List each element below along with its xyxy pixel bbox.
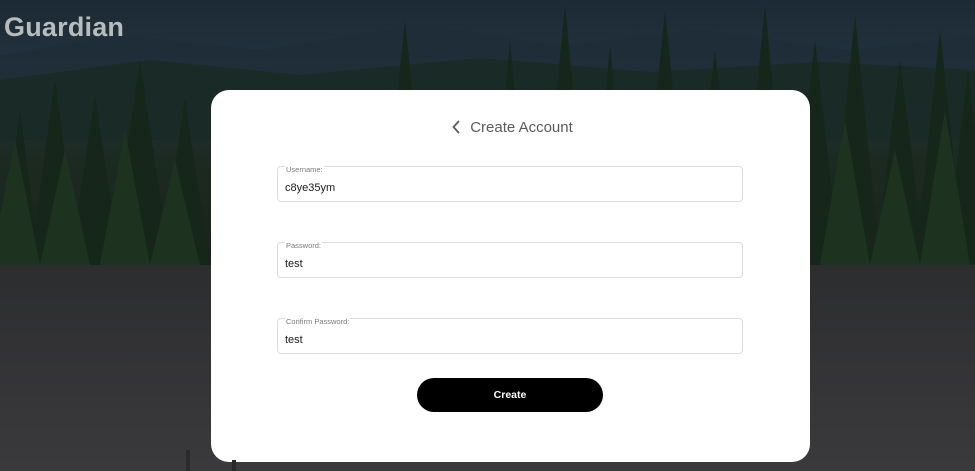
password-label: Password: (285, 241, 323, 250)
username-field[interactable]: Username: (277, 165, 743, 202)
background-posts (186, 450, 236, 471)
confirm-password-input[interactable] (285, 331, 725, 349)
create-account-card: Create Account Username: Password: Confi… (211, 90, 810, 462)
page-title: Create Account (470, 118, 573, 136)
password-input[interactable] (285, 255, 725, 273)
create-button[interactable]: Create (417, 378, 603, 412)
confirm-password-label: Confirm Password: (285, 317, 351, 326)
app-logo-text: Guardian (4, 12, 125, 42)
username-label: Username: (285, 165, 324, 174)
username-input[interactable] (285, 179, 725, 197)
back-button[interactable] (448, 117, 464, 137)
password-field[interactable]: Password: (277, 241, 743, 278)
chevron-left-icon (452, 120, 460, 134)
card-header: Create Account (211, 116, 810, 138)
confirm-password-field[interactable]: Confirm Password: (277, 317, 743, 354)
